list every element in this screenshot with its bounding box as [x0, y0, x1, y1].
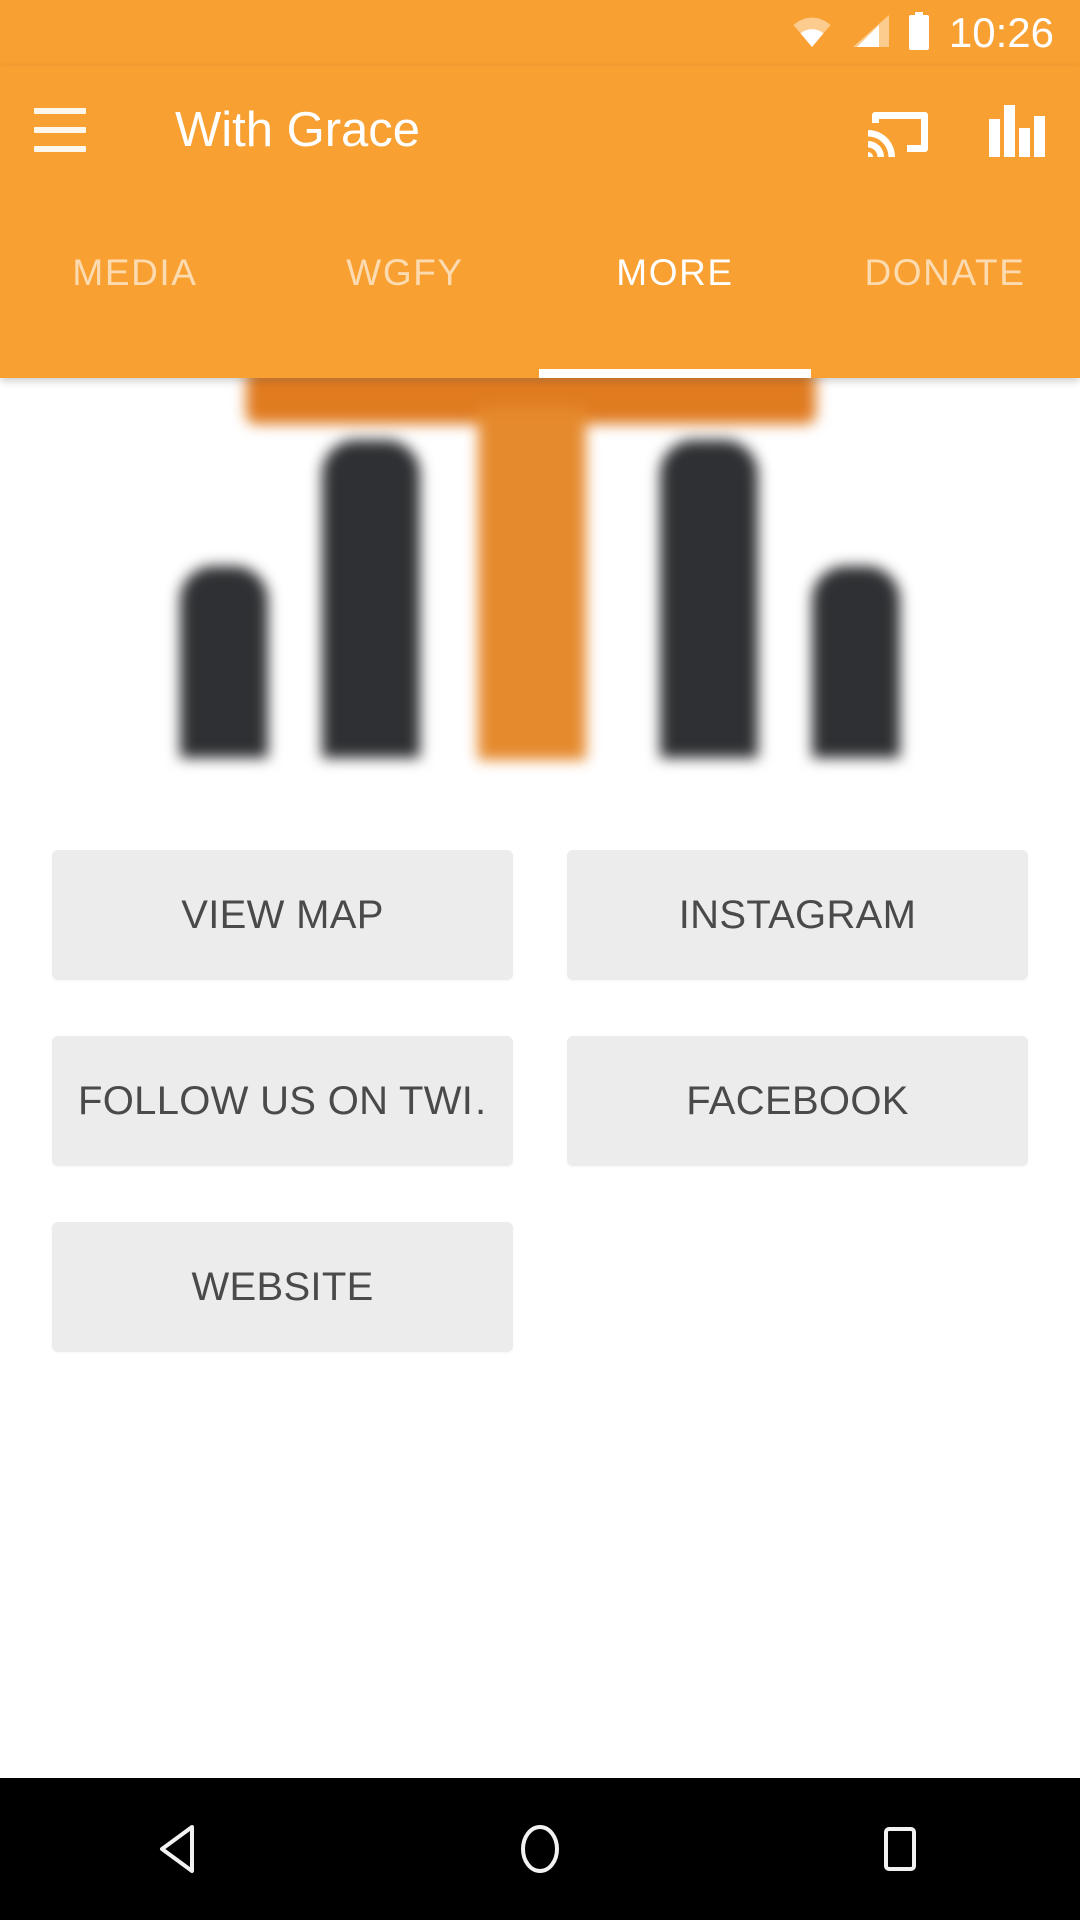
hamburger-line: [34, 146, 86, 152]
tab-more[interactable]: MORE: [539, 194, 811, 378]
view-map-button[interactable]: VIEW MAP: [52, 850, 513, 980]
status-bar: 10:26: [0, 0, 1080, 66]
app-bar-actions: [852, 66, 1062, 194]
recents-icon[interactable]: [825, 1778, 975, 1920]
tab-label: MORE: [616, 252, 734, 293]
cellular-signal-icon: [849, 14, 891, 53]
hamburger-line: [34, 127, 86, 133]
app-bar: With Grace MEDIA WGFY MORE DONATE: [0, 66, 1080, 378]
tab-label: DONATE: [864, 252, 1026, 293]
tab-donate[interactable]: DONATE: [810, 194, 1080, 378]
app-bar-top-row: With Grace: [0, 66, 1080, 194]
main-content: VIEW MAP INSTAGRAM FOLLOW US ON TWI… FAC…: [0, 780, 1080, 1780]
equalizer-icon[interactable]: [970, 84, 1062, 176]
logo-bar: [812, 566, 900, 758]
back-icon[interactable]: [105, 1778, 255, 1920]
tile-label: FOLLOW US ON TWI…: [78, 1081, 487, 1121]
battery-icon: [907, 11, 931, 55]
tab-indicator: [539, 369, 811, 378]
instagram-button[interactable]: INSTAGRAM: [567, 850, 1028, 980]
tile-label: VIEW MAP: [181, 895, 384, 935]
tab-label: WGFY: [346, 252, 464, 293]
tab-label: MEDIA: [72, 252, 198, 293]
logo-bar: [322, 440, 420, 758]
twitter-button[interactable]: FOLLOW US ON TWI…: [52, 1036, 513, 1166]
grid-empty-slot: [567, 1222, 1028, 1352]
hero-logo-image: [0, 378, 1080, 780]
app-screen: 10:26 With Grace MEDIA WGFY MORE DONATE …: [0, 0, 1080, 1920]
tab-media[interactable]: MEDIA: [0, 194, 270, 378]
tile-label: FACEBOOK: [686, 1081, 909, 1121]
status-clock: 10:26: [948, 9, 1054, 56]
cast-icon[interactable]: [852, 84, 944, 176]
link-button-grid: VIEW MAP INSTAGRAM FOLLOW US ON TWI… FAC…: [52, 850, 1028, 1352]
wifi-icon: [791, 14, 833, 53]
tile-label: INSTAGRAM: [678, 895, 917, 935]
android-navigation-bar: [0, 1778, 1080, 1920]
logo-bar: [180, 566, 268, 758]
website-button[interactable]: WEBSITE: [52, 1222, 513, 1352]
logo-bar: [660, 440, 758, 758]
tab-bar: MEDIA WGFY MORE DONATE: [0, 194, 1080, 378]
app-title: With Grace: [175, 102, 421, 157]
status-icons: [791, 11, 931, 55]
home-icon[interactable]: [465, 1778, 615, 1920]
hamburger-menu-icon[interactable]: [12, 82, 108, 178]
logo-t-stem: [478, 408, 586, 760]
tile-label: WEBSITE: [191, 1267, 374, 1307]
tab-wgfy[interactable]: WGFY: [270, 194, 540, 378]
hero-logo-graphic: [0, 378, 1080, 780]
hamburger-line: [34, 108, 86, 114]
facebook-button[interactable]: FACEBOOK: [567, 1036, 1028, 1166]
